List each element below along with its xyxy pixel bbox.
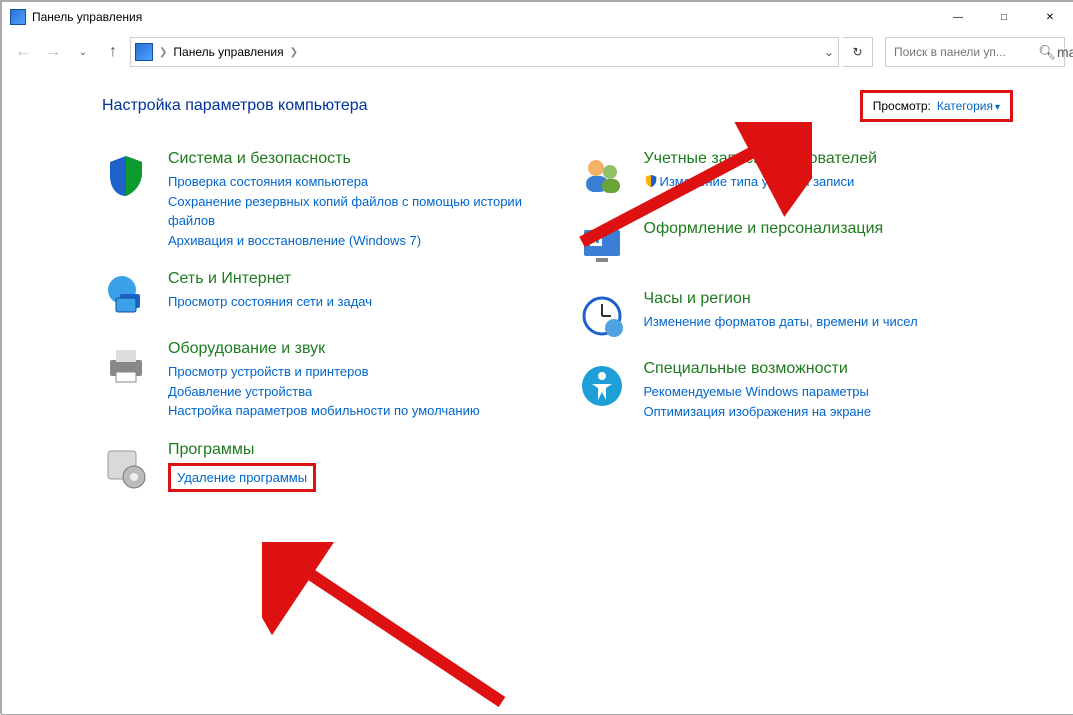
chevron-down-icon: ▾ [995,102,1000,113]
shield-icon [102,152,150,200]
breadcrumb-root[interactable]: Панель управления [173,45,283,59]
category-link[interactable]: Просмотр устройств и принтеров [168,362,538,382]
category-link-text: Изменение типа учетной записи [660,174,855,189]
view-by-selector[interactable]: Просмотр: Категория▾ [860,90,1013,122]
view-by-value[interactable]: Категория▾ [937,99,1000,113]
search-icon: 🔍︎ [1038,44,1056,61]
category-title[interactable]: Учетные записи пользователей [644,150,1014,168]
globe-network-icon [102,272,150,320]
search-box[interactable]: magnify; 🔍︎ [885,37,1065,67]
users-icon [578,152,626,200]
category-network: Сеть и Интернет Просмотр состояния сети … [102,270,538,320]
forward-button[interactable]: → [40,39,66,65]
minimize-button[interactable]: — [935,2,981,32]
category-link[interactable]: Добавление устройства [168,382,538,402]
category-title[interactable]: Сеть и Интернет [168,270,538,288]
refresh-button[interactable]: ↻ [843,37,873,67]
category-link[interactable]: Оптимизация изображения на экране [644,402,1014,422]
titlebar: Панель управления — □ ✕ [2,2,1073,32]
control-panel-icon [10,9,26,25]
recent-dropdown[interactable]: ⌄ [70,39,96,65]
category-title[interactable]: Оборудование и звук [168,340,538,358]
category-title[interactable]: Специальные возможности [644,360,1014,378]
window-title: Панель управления [32,10,142,24]
category-user-accounts: Учетные записи пользователей Изменение т… [578,150,1014,200]
categories-right-column: Учетные записи пользователей Изменение т… [578,150,1014,512]
address-bar[interactable]: ❯ Панель управления ❯ ⌄ [130,37,839,67]
category-title[interactable]: Программы [168,441,538,459]
category-hardware-sound: Оборудование и звук Просмотр устройств и… [102,340,538,421]
search-icon: magnify; [1057,44,1073,60]
category-accessibility: Специальные возможности Рекомендуемые Wi… [578,360,1014,421]
search-input[interactable] [892,44,1051,60]
chevron-right-icon: ❯ [159,47,167,58]
uninstall-program-link[interactable]: Удаление программы [177,470,307,485]
category-link[interactable]: Архивация и восстановление (Windows 7) [168,231,538,251]
category-title[interactable]: Часы и регион [644,290,1014,308]
category-link[interactable]: Изменение типа учетной записи [644,172,1014,192]
printer-icon [102,342,150,390]
control-panel-icon [135,43,153,61]
category-clock-region: Часы и регион Изменение форматов даты, в… [578,290,1014,340]
maximize-button[interactable]: □ [981,2,1027,32]
view-by-value-text: Категория [937,99,993,113]
page-heading: Настройка параметров компьютера [102,97,368,115]
category-link[interactable]: Настройка параметров мобильности по умол… [168,401,538,421]
category-link[interactable]: Изменение форматов даты, времени и чисел [644,312,1014,332]
back-button[interactable]: ← [10,39,36,65]
ease-of-access-icon [578,362,626,410]
category-programs: Программы Удаление программы [102,441,538,493]
chevron-right-icon: ❯ [290,47,298,58]
clock-icon [578,292,626,340]
personalization-icon [578,222,626,270]
category-system-security: Система и безопасность Проверка состояни… [102,150,538,250]
close-button[interactable]: ✕ [1027,2,1073,32]
uac-shield-icon [644,174,658,188]
navigation-bar: ← → ⌄ ↑ ❯ Панель управления ❯ ⌄ ↻ magni… [2,32,1073,72]
programs-icon [102,443,150,491]
category-link[interactable]: Просмотр состояния сети и задач [168,292,538,312]
category-title[interactable]: Система и безопасность [168,150,538,168]
category-title[interactable]: Оформление и персонализация [644,220,1014,238]
up-button[interactable]: ↑ [100,39,126,65]
highlight-uninstall-program: Удаление программы [168,463,316,493]
annotation-arrow-to-uninstall [262,542,522,715]
address-dropdown-icon[interactable]: ⌄ [824,45,834,59]
category-link[interactable]: Рекомендуемые Windows параметры [644,382,1014,402]
categories-left-column: Система и безопасность Проверка состояни… [102,150,538,512]
content-area: Настройка параметров компьютера Просмотр… [2,72,1073,532]
category-link[interactable]: Сохранение резервных копий файлов с помо… [168,192,538,231]
view-by-label: Просмотр: [873,99,931,113]
category-appearance: Оформление и персонализация [578,220,1014,270]
category-link[interactable]: Проверка состояния компьютера [168,172,538,192]
